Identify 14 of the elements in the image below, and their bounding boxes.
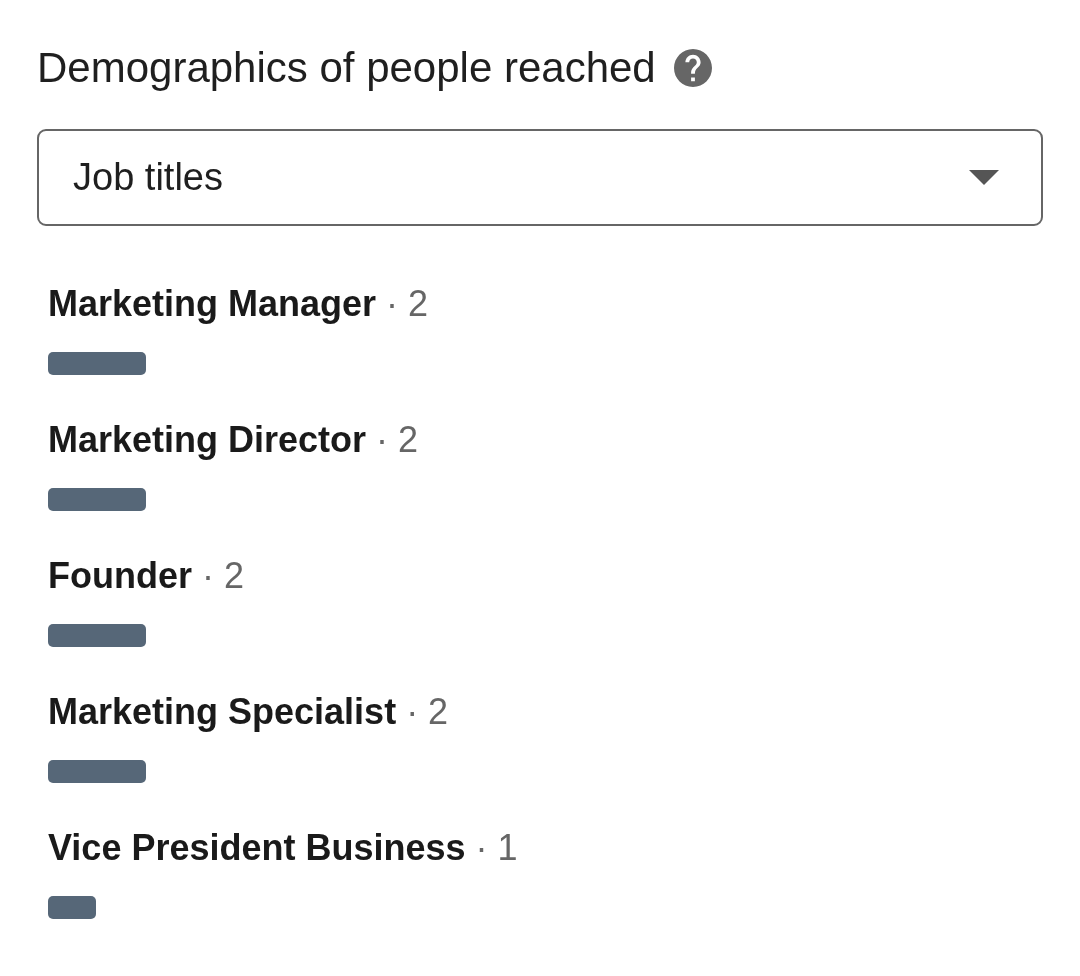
job-title-label: Marketing Director — [48, 418, 367, 462]
caret-icon — [969, 170, 999, 185]
job-title-label: Marketing Manager — [48, 282, 377, 326]
job-title-label: Founder — [48, 554, 192, 598]
count-label: · 2 — [202, 554, 244, 598]
help-icon[interactable] — [673, 49, 712, 87]
job-titles-dropdown[interactable]: Job titles — [37, 129, 1043, 226]
job-title-label: Marketing Specialist — [48, 690, 397, 734]
job-title-label: Vice President Business — [48, 826, 466, 870]
section-title: Demographics of people reached — [37, 44, 656, 92]
count-label: · 1 — [475, 826, 518, 870]
count-label: · 2 — [406, 690, 449, 734]
count-label: · 2 — [376, 418, 419, 462]
count-label: · 2 — [386, 282, 429, 326]
